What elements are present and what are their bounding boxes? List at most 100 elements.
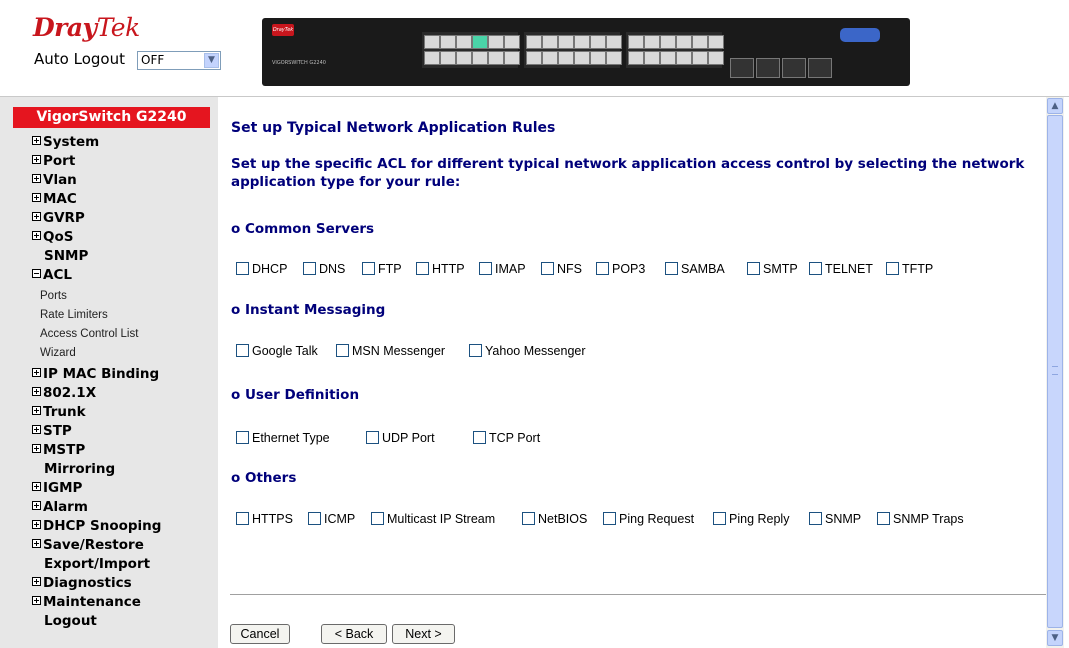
scroll-down-arrow-icon[interactable]: ▼	[1047, 630, 1063, 646]
checkbox-box[interactable]	[469, 344, 482, 357]
vertical-scrollbar[interactable]: ▲ ▼	[1046, 97, 1064, 648]
plus-box-icon	[32, 136, 41, 145]
checkbox-box[interactable]	[603, 512, 616, 525]
checkbox-box[interactable]	[886, 262, 899, 275]
plus-box-icon	[32, 193, 41, 202]
port-block-2	[524, 32, 622, 68]
sidebar-item-gvrp[interactable]: GVRP	[32, 210, 85, 226]
plus-box-icon	[32, 155, 41, 164]
checkbox-box[interactable]	[747, 262, 760, 275]
checkbox-box[interactable]	[366, 431, 379, 444]
sidebar-item-vlan[interactable]: Vlan	[32, 172, 77, 188]
main-content: Set up Typical Network Application Rules…	[218, 97, 1046, 648]
device-model: VIGORSWITCH G2240	[272, 60, 326, 66]
section-heading-user-definition: o User Definition	[231, 387, 360, 403]
cancel-button[interactable]: Cancel	[230, 624, 290, 644]
sidebar-subitem-access-control-list[interactable]: Access Control List	[40, 328, 138, 340]
sidebar-item-save-restore[interactable]: Save/Restore	[32, 537, 144, 553]
divider	[230, 594, 1046, 595]
sidebar-item-diagnostics[interactable]: Diagnostics	[32, 575, 132, 591]
sidebar-subitem-wizard[interactable]: Wizard	[40, 347, 76, 359]
plus-box-icon	[32, 482, 41, 491]
sidebar-item-ip-mac-binding[interactable]: IP MAC Binding	[32, 366, 159, 382]
plus-box-icon	[32, 387, 41, 396]
sidebar-item-logout[interactable]: Logout	[44, 613, 97, 629]
port-block-3	[626, 32, 724, 68]
checkbox-box[interactable]	[236, 344, 249, 357]
section-heading-others: o Others	[231, 470, 297, 486]
device-badge: DrayTek	[272, 24, 294, 36]
header: DrayTek Auto Logout OFF ▼ DrayTek VIGORS…	[0, 0, 1069, 97]
checkbox-box[interactable]	[809, 262, 822, 275]
logo-tek: Tek	[96, 13, 141, 42]
minus-box-icon	[32, 269, 41, 278]
window-edge	[1064, 97, 1069, 648]
checkbox-box[interactable]	[236, 262, 249, 275]
checkbox-box[interactable]	[362, 262, 375, 275]
sidebar-item-acl[interactable]: ACL	[32, 267, 72, 283]
sidebar-title: VigorSwitch G2240	[13, 107, 210, 128]
checkbox-box[interactable]	[236, 512, 249, 525]
scrollbar-thumb[interactable]	[1047, 115, 1063, 628]
sidebar-item-system[interactable]: System	[32, 134, 99, 150]
next-button[interactable]: Next >	[392, 624, 455, 644]
sidebar-item-export-import[interactable]: Export/Import	[44, 556, 150, 572]
sidebar-item-trunk[interactable]: Trunk	[32, 404, 86, 420]
checkbox-box[interactable]	[522, 512, 535, 525]
auto-logout-select[interactable]: OFF ▼	[137, 51, 221, 70]
plus-box-icon	[32, 501, 41, 510]
sidebar-item-mac[interactable]: MAC	[32, 191, 77, 207]
sfp-slot	[730, 58, 754, 78]
auto-logout-value: OFF	[141, 53, 165, 67]
sidebar-item-igmp[interactable]: IGMP	[32, 480, 82, 496]
page-description: Set up the specific ACL for different ty…	[231, 156, 1025, 190]
checkbox-box[interactable]	[303, 262, 316, 275]
port-block-1	[422, 32, 520, 68]
section-heading-common-servers: o Common Servers	[231, 221, 375, 237]
plus-box-icon	[32, 425, 41, 434]
plus-box-icon	[32, 212, 41, 221]
checkbox-box[interactable]	[877, 512, 890, 525]
checkbox-box[interactable]	[308, 512, 321, 525]
checkbox-box[interactable]	[473, 431, 486, 444]
sidebar-item-maintenance[interactable]: Maintenance	[32, 594, 141, 610]
sidebar-subitem-ports[interactable]: Ports	[40, 290, 67, 302]
plus-box-icon	[32, 577, 41, 586]
checkbox-box[interactable]	[665, 262, 678, 275]
plus-box-icon	[32, 174, 41, 183]
checkbox-box[interactable]	[479, 262, 492, 275]
checkbox-box[interactable]	[541, 262, 554, 275]
chevron-down-icon[interactable]: ▼	[204, 53, 219, 68]
plus-box-icon	[32, 520, 41, 529]
sidebar-item-port[interactable]: Port	[32, 153, 75, 169]
sfp-slot	[756, 58, 780, 78]
plus-box-icon	[32, 444, 41, 453]
checkbox-box[interactable]	[809, 512, 822, 525]
sidebar-item-8021x[interactable]: 802.1X	[32, 385, 96, 401]
checkbox-box[interactable]	[713, 512, 726, 525]
section-heading-instant-messaging: o Instant Messaging	[231, 302, 386, 318]
sidebar-item-snmp[interactable]: SNMP	[44, 248, 88, 264]
auto-logout-label: Auto Logout	[34, 50, 125, 68]
draytek-logo: DrayTek	[33, 13, 140, 42]
sidebar-item-stp[interactable]: STP	[32, 423, 72, 439]
sidebar-item-alarm[interactable]: Alarm	[32, 499, 88, 515]
plus-box-icon	[32, 231, 41, 240]
checkbox-box[interactable]	[236, 431, 249, 444]
sidebar-item-mstp[interactable]: MSTP	[32, 442, 85, 458]
switch-device-image: DrayTek VIGORSWITCH G2240	[262, 18, 910, 86]
sidebar-item-qos[interactable]: QoS	[32, 229, 73, 245]
sidebar-subitem-rate-limiters[interactable]: Rate Limiters	[40, 309, 108, 321]
checkbox-box[interactable]	[371, 512, 384, 525]
sidebar-item-mirroring[interactable]: Mirroring	[44, 461, 115, 477]
plus-box-icon	[32, 406, 41, 415]
checkbox-box[interactable]	[596, 262, 609, 275]
sidebar-item-dhcp-snooping[interactable]: DHCP Snooping	[32, 518, 161, 534]
page-title: Set up Typical Network Application Rules	[231, 120, 556, 136]
sfp-slot	[782, 58, 806, 78]
logo-dray: Dray	[33, 13, 97, 42]
back-button[interactable]: < Back	[321, 624, 387, 644]
checkbox-box[interactable]	[336, 344, 349, 357]
scroll-up-arrow-icon[interactable]: ▲	[1047, 98, 1063, 114]
checkbox-box[interactable]	[416, 262, 429, 275]
